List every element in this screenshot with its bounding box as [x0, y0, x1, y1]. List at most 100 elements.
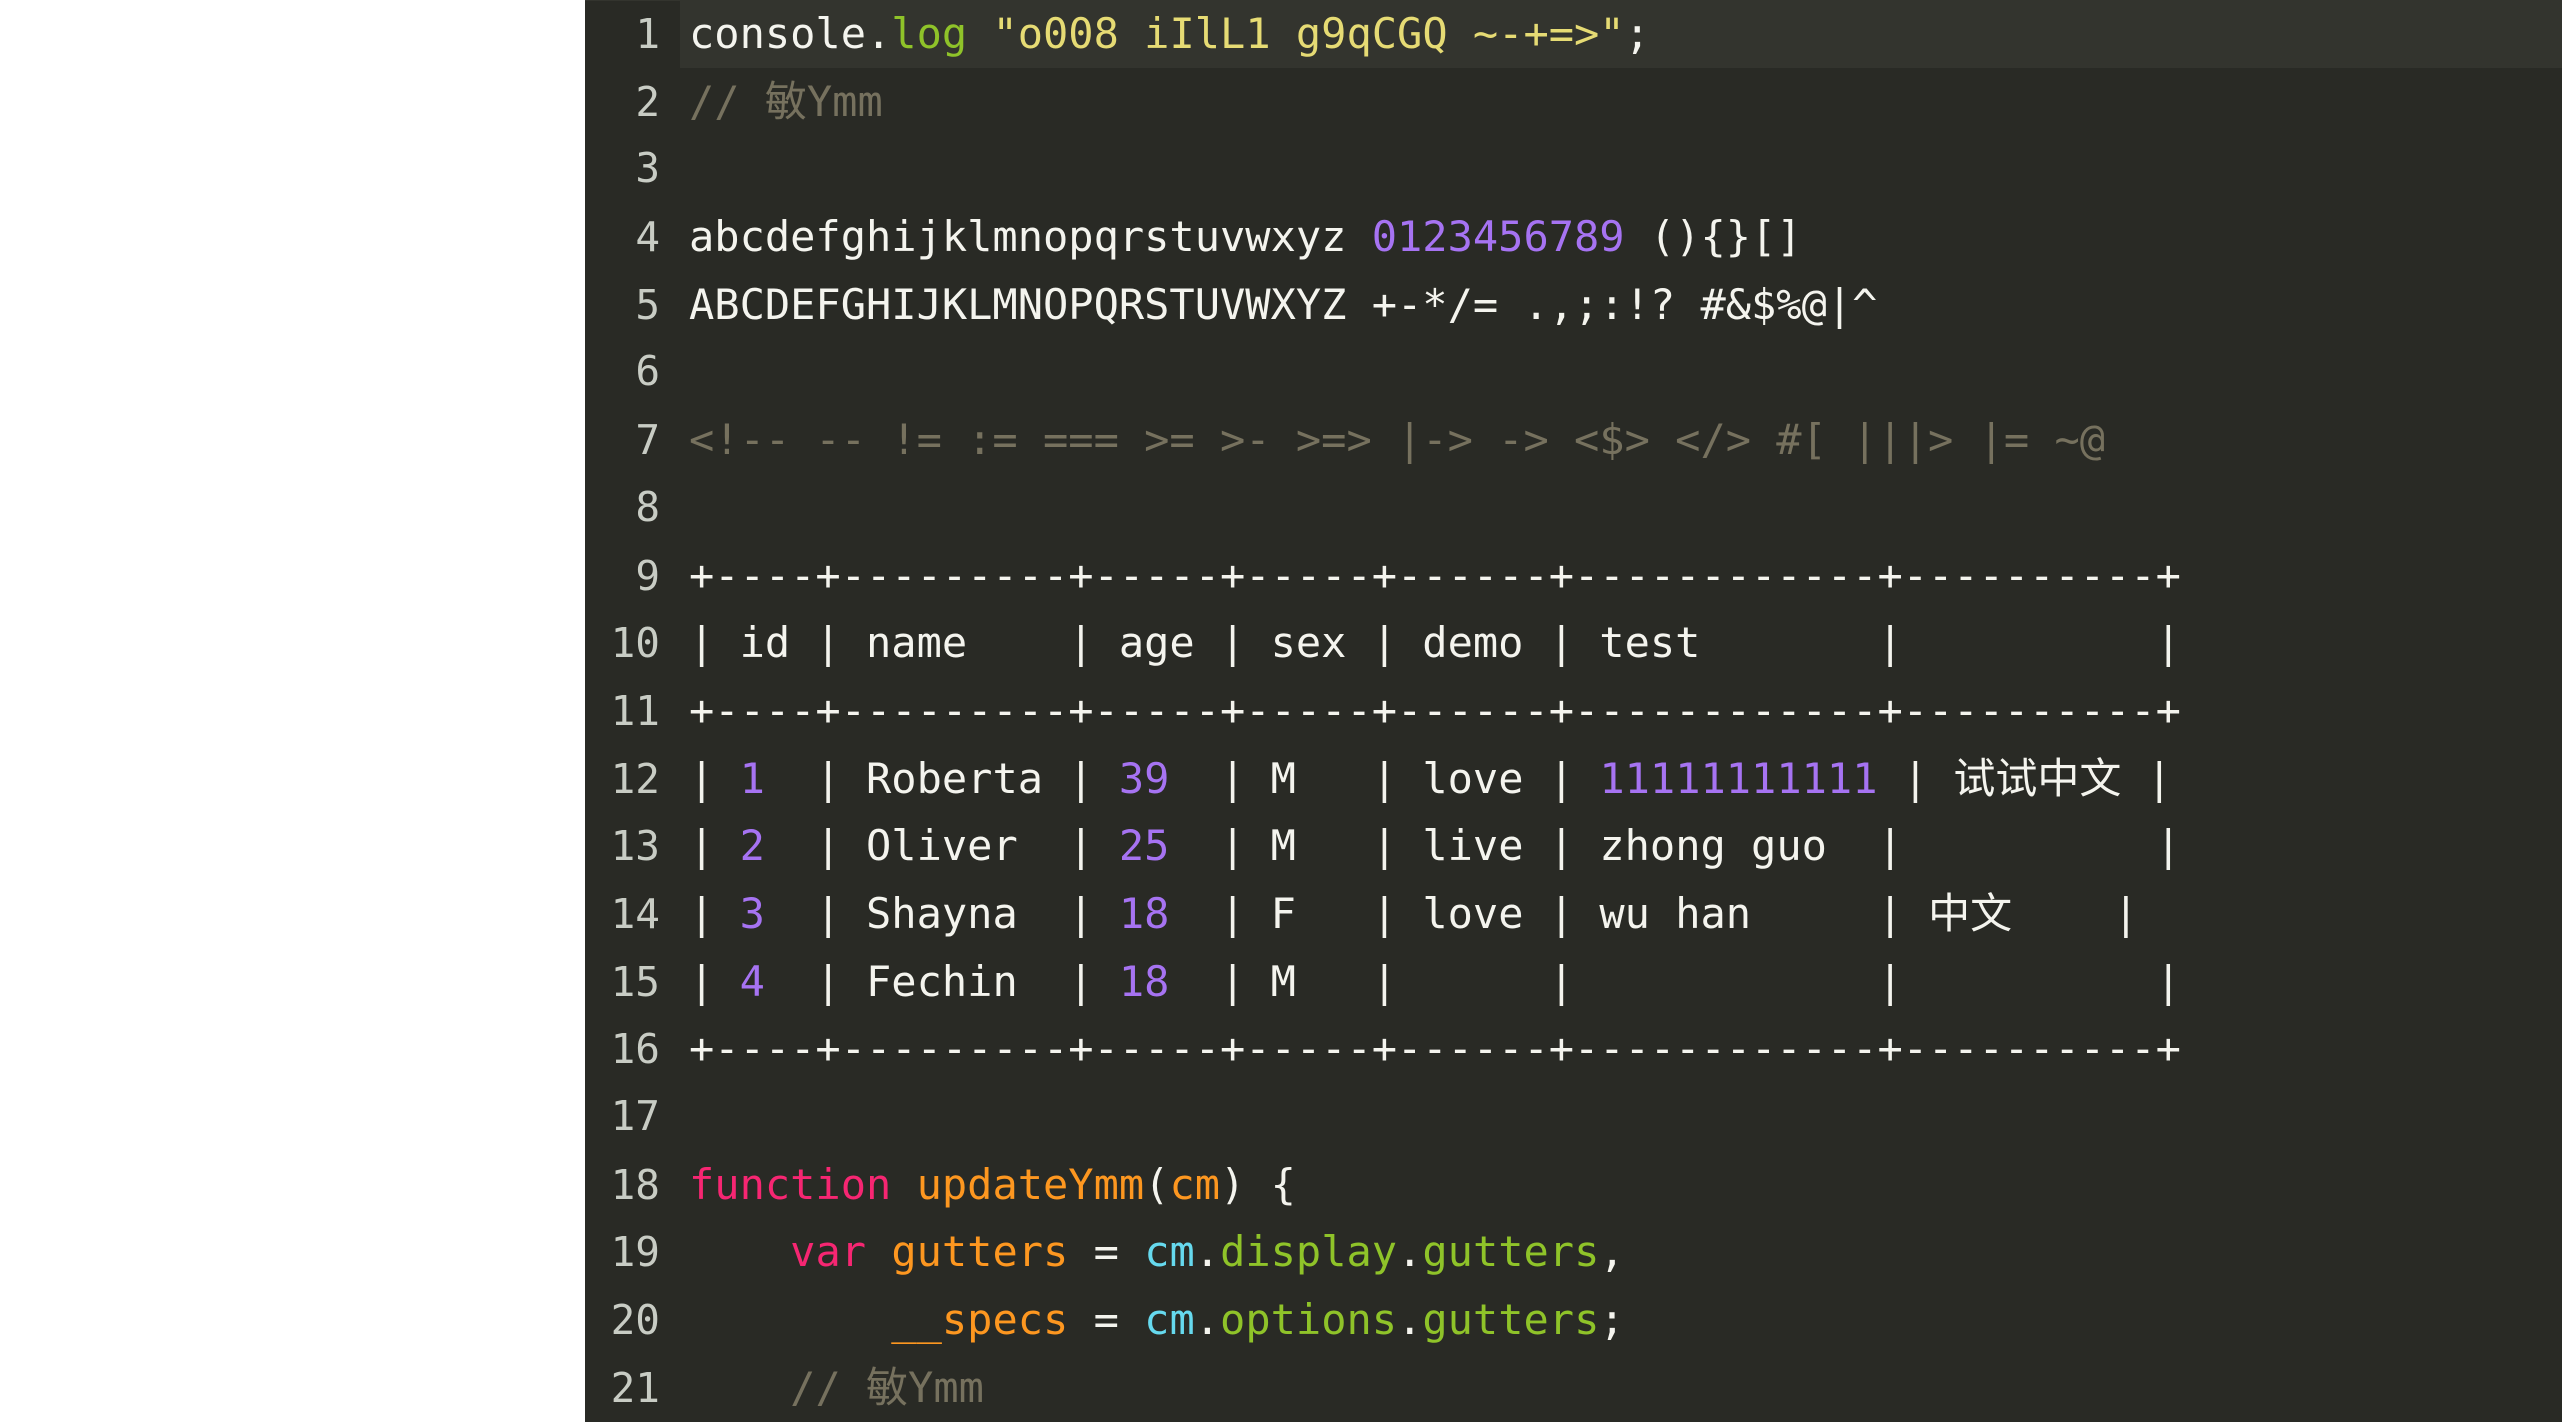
- code-token: |: [1877, 753, 1954, 803]
- code-token: 18: [1118, 888, 1170, 938]
- code-token: | Oliver |: [764, 821, 1119, 871]
- code-token: |: [2121, 753, 2172, 803]
- code-line[interactable]: 2// 敏Ymm: [585, 68, 2562, 137]
- code-token: | Fechin |: [764, 956, 1119, 1006]
- line-number: 14: [585, 880, 680, 949]
- code-token: 3: [739, 888, 765, 938]
- line-number: 21: [585, 1354, 680, 1422]
- line-number: 15: [585, 948, 680, 1017]
- code-line[interactable]: 7 <!-- -- != := === >= >- >=> |-> -> <$> …: [585, 406, 2562, 475]
- code-line-content[interactable]: | 3 | Shayna | 18 | F | love | wu han | …: [680, 880, 2562, 948]
- code-line[interactable]: 1 console.log "o008 iIlL1 g9qCGQ ~-+=>";: [585, 0, 2562, 69]
- line-number: 1: [585, 1, 680, 69]
- code-editor[interactable]: 1 console.log "o008 iIlL1 g9qCGQ ~-+=>"; 2…: [585, 0, 2562, 1422]
- code-line-content[interactable]: +----+---------+-----+-----+------+-----…: [680, 1015, 2562, 1083]
- line-number: 11: [585, 677, 680, 746]
- left-white-margin: [0, 0, 585, 1422]
- code-line-content[interactable]: ABCDEFGHIJKLMNOPQRSTUVWXYZ +-*/= .,;:!? …: [680, 271, 2562, 339]
- line-number: 12: [585, 745, 680, 814]
- code-line-content[interactable]: +----+---------+-----+-----+------+-----…: [680, 542, 2562, 610]
- code-token: cm: [1144, 1227, 1195, 1277]
- code-line[interactable]: 11 +----+---------+-----+-----+------+---…: [585, 677, 2562, 746]
- code-token: ;: [1599, 1295, 1625, 1345]
- code-line-content[interactable]: | id | name | age | sex | demo | test | …: [680, 609, 2562, 677]
- code-line[interactable]: 20 __specs = cm.options.gutters;: [585, 1286, 2562, 1355]
- line-number: 4: [585, 204, 680, 272]
- code-line-content[interactable]: console.log "o008 iIlL1 g9qCGQ ~-+=>";: [680, 0, 2562, 68]
- code-token: .: [1194, 1227, 1221, 1277]
- code-line-content[interactable]: // 敏Ymm: [680, 68, 2562, 136]
- code-token: (: [1144, 1159, 1170, 1209]
- line-number: 8: [585, 473, 680, 542]
- code-line-content[interactable]: <!-- -- != := === >= >- >=> |-> -> <$> <…: [680, 406, 2562, 474]
- code-token: .: [1397, 1227, 1423, 1277]
- code-token: 0123456789: [1371, 212, 1625, 262]
- code-token: | Shayna |: [764, 888, 1119, 938]
- code-line-content[interactable]: abcdefghijklmnopqrstuvwxyz 0123456789 ()…: [680, 203, 2562, 271]
- code-token: ABCDEFGHIJKLMNOPQRSTUVWXYZ +-*/= .,;:!? …: [689, 279, 1878, 329]
- code-line-content[interactable]: | 2 | Oliver | 25 | M | live | zhong guo…: [680, 812, 2562, 880]
- code-line[interactable]: 17: [585, 1083, 2562, 1151]
- code-line[interactable]: 16 +----+---------+-----+-----+------+---…: [585, 1015, 2562, 1085]
- code-line[interactable]: 15 | 4 | Fechin | 18 | M | | | |: [585, 948, 2562, 1017]
- code-token: +----+---------+-----+-----+------+-----…: [689, 550, 2181, 600]
- code-token: | M | | | |: [1169, 956, 2181, 1006]
- line-number: 7: [585, 407, 680, 475]
- code-lines-container[interactable]: 1 console.log "o008 iIlL1 g9qCGQ ~-+=>"; 2…: [585, 0, 2562, 1422]
- line-number: 13: [585, 813, 680, 881]
- line-number: 17: [585, 1083, 680, 1151]
- code-line[interactable]: 13 | 2 | Oliver | 25 | M | live | zhong g…: [585, 812, 2562, 881]
- code-line-content[interactable]: | 4 | Fechin | 18 | M | | | |: [680, 948, 2562, 1016]
- code-token: Ymm: [908, 1362, 984, 1412]
- code-line[interactable]: 3: [585, 135, 2562, 204]
- code-token: gutters: [891, 1227, 1069, 1277]
- line-number: 5: [585, 271, 680, 340]
- code-line[interactable]: 8: [585, 473, 2562, 542]
- code-line[interactable]: 5 ABCDEFGHIJKLMNOPQRSTUVWXYZ +-*/= .,;:!?…: [585, 271, 2562, 340]
- code-token: 11111111111: [1599, 753, 1878, 803]
- code-token: options: [1220, 1295, 1398, 1345]
- line-number: 2: [585, 68, 680, 137]
- code-line[interactable]: 18 function updateYmm(cm) {: [585, 1151, 2562, 1220]
- code-line[interactable]: 12 | 1 | Roberta | 39 | M | love | 111111…: [585, 745, 2562, 814]
- code-token: .: [1194, 1295, 1221, 1345]
- code-token: |: [689, 753, 740, 803]
- code-line[interactable]: 10 | id | name | age | sex | demo | test …: [585, 609, 2562, 678]
- code-token: ;: [1624, 9, 1650, 58]
- code-line[interactable]: 6: [585, 338, 2562, 407]
- code-line-content[interactable]: +----+---------+-----+-----+------+-----…: [680, 677, 2562, 745]
- code-token: console.: [689, 9, 892, 58]
- code-line-content[interactable]: // 敏Ymm: [680, 1354, 2562, 1422]
- code-token: 敏: [764, 76, 807, 126]
- line-number: 19: [585, 1219, 680, 1288]
- line-number: 10: [585, 610, 680, 678]
- code-token: | Roberta |: [764, 753, 1119, 803]
- code-line[interactable]: 4 abcdefghijklmnopqrstuvwxyz 0123456789 (…: [585, 203, 2562, 272]
- code-token: gutters: [1422, 1227, 1600, 1277]
- screenshot-root: 1 console.log "o008 iIlL1 g9qCGQ ~-+=>"; 2…: [0, 0, 2562, 1422]
- code-token: //: [790, 1362, 867, 1412]
- code-line-content[interactable]: __specs = cm.options.gutters;: [680, 1286, 2562, 1354]
- code-line-content[interactable]: | 1 | Roberta | 39 | M | love | 11111111…: [680, 745, 2562, 813]
- code-line[interactable]: 21 // 敏Ymm: [585, 1354, 2562, 1422]
- code-line[interactable]: 9 +----+---------+-----+-----+------+----…: [585, 542, 2562, 611]
- code-token: |: [2012, 888, 2139, 938]
- code-token: "o008 iIlL1 g9qCGQ ~-+=>": [992, 9, 1625, 58]
- line-number: 9: [585, 542, 680, 611]
- code-line[interactable]: 14 | 3 | Shayna | 18 | F | love | wu han …: [585, 880, 2562, 949]
- code-token: <!-- -- != := === >= >- >=> |-> -> <$> <…: [689, 415, 2106, 465]
- code-token: =: [1068, 1295, 1145, 1345]
- code-token: | F | love | wu han |: [1169, 888, 1929, 938]
- code-token: |: [689, 956, 740, 1006]
- code-token: 25: [1118, 821, 1170, 871]
- code-token: 4: [739, 956, 765, 1006]
- code-line[interactable]: 19 var gutters = cm.display.gutters,: [585, 1218, 2562, 1288]
- code-line-content[interactable]: var gutters = cm.display.gutters,: [680, 1218, 2562, 1286]
- code-token: ,: [1599, 1227, 1625, 1277]
- code-line-content[interactable]: function updateYmm(cm) {: [680, 1151, 2562, 1219]
- code-token: 2: [739, 821, 765, 871]
